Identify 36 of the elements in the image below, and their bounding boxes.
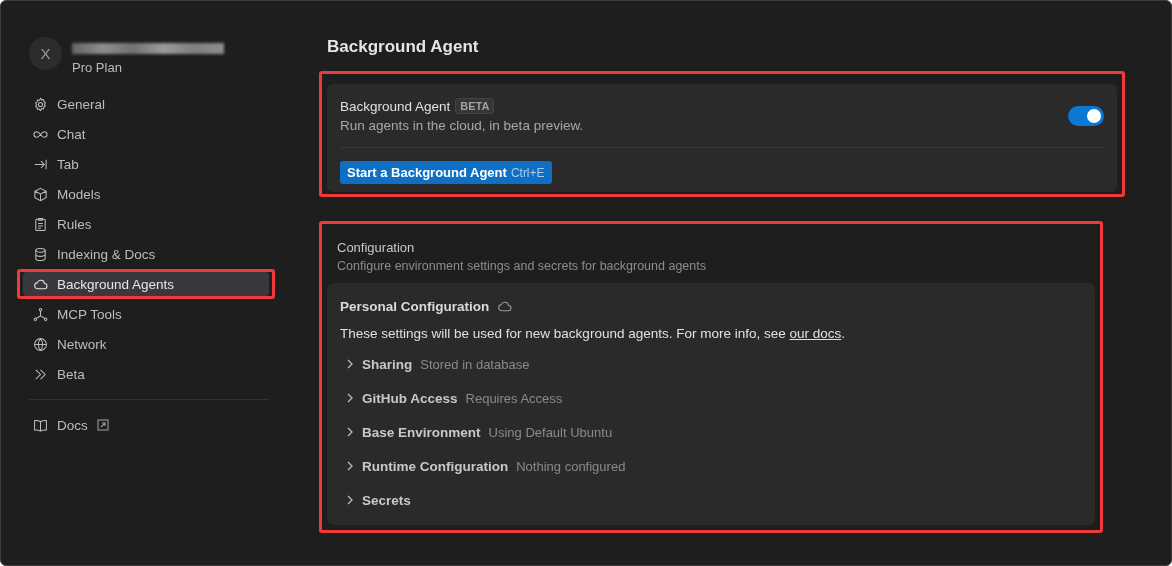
gear-icon	[33, 96, 48, 112]
page-title: Background Agent	[327, 37, 480, 57]
sidebar-item[interactable]: Docs	[23, 413, 269, 437]
sidebar-item[interactable]: MCP Tools	[23, 302, 269, 326]
setting-title: Background Agent	[340, 98, 451, 114]
info-text: These settings will be used for new background agents. For more info, see our docs.	[340, 326, 847, 341]
toggle-switch[interactable]	[1068, 105, 1104, 126]
sidebar-item[interactable]: Background Agents	[23, 272, 269, 296]
database-icon	[33, 246, 48, 262]
collapsible-row[interactable]: Sharing Stored in database	[340, 347, 1082, 381]
start-agent-button[interactable]: Start a Background Agent Ctrl+E	[340, 161, 552, 184]
sidebar-item[interactable]: Beta	[23, 362, 269, 386]
cube-icon	[33, 186, 48, 202]
sidebar-item[interactable]: Models	[23, 182, 269, 206]
sidebar-item[interactable]: Network	[23, 332, 269, 356]
collapsible-row[interactable]: Runtime Configuration Nothing configured	[340, 449, 1082, 483]
sidebar-item[interactable]: Tab	[23, 152, 269, 176]
avatar[interactable]: X	[29, 37, 62, 70]
globe-icon	[33, 336, 48, 352]
sidebar-item[interactable]: Rules	[23, 212, 269, 236]
collapsible-row[interactable]: Base Environment Using Default Ubuntu	[340, 415, 1082, 449]
nodes-icon	[33, 306, 48, 322]
section-title: Configuration	[337, 240, 416, 255]
setting-description: Run agents in the cloud, in beta preview.	[340, 118, 584, 133]
cloud-icon	[497, 299, 513, 314]
card-title: Personal Configuration	[340, 299, 490, 314]
sidebar-item[interactable]: Chat	[23, 122, 269, 146]
book-icon	[33, 417, 48, 433]
plan-label: Pro Plan	[72, 60, 123, 75]
collapsible-row[interactable]: GitHub Access Requires Access	[340, 381, 1082, 415]
beta-badge: BETA	[455, 98, 495, 114]
section-subtitle: Configure environment settings and secrets for background agents	[337, 259, 707, 273]
sidebar-item[interactable]: Indexing & Docs	[23, 242, 269, 266]
clipboard-icon	[33, 216, 48, 232]
sidebar-item[interactable]: General	[23, 92, 269, 116]
collapsible-row[interactable]: Secrets	[340, 483, 1082, 517]
